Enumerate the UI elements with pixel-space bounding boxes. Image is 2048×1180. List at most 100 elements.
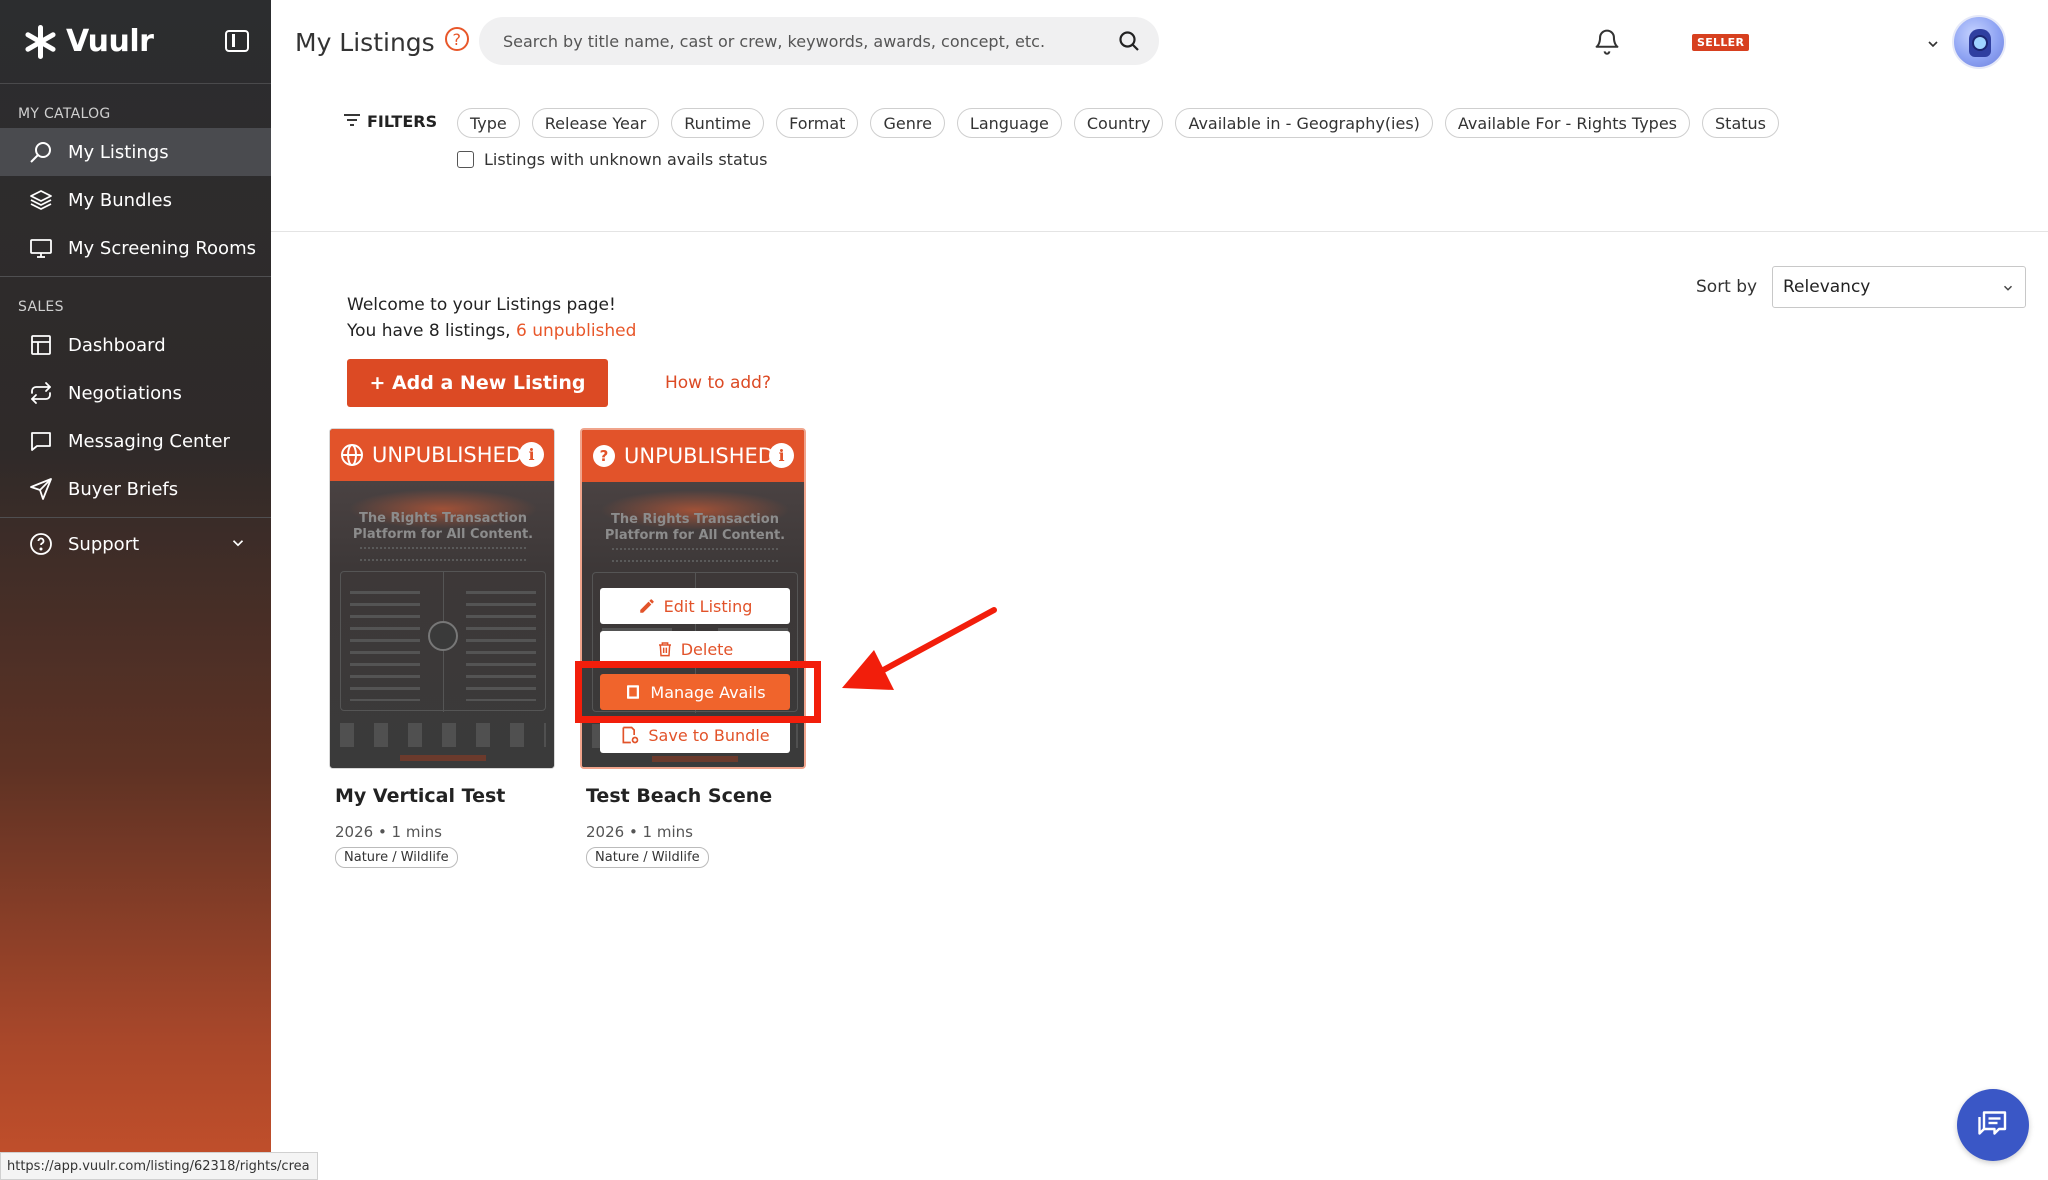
poster-title: The Rights Transaction Platform for All … xyxy=(604,512,786,543)
listing-meta: 2026 • 1 mins xyxy=(586,823,693,841)
status-banner: UNPUBLISHED i xyxy=(330,429,554,481)
page-title: My Listings xyxy=(295,27,435,57)
listing-title[interactable]: Test Beach Scene xyxy=(586,785,806,807)
sidebar-item-label: Messaging Center xyxy=(68,430,230,452)
brand: Vuulr xyxy=(0,0,271,84)
sidebar-item-label: Negotiations xyxy=(68,382,182,404)
monitor-icon xyxy=(28,235,54,261)
filter-chips: Type Release Year Runtime Format Genre L… xyxy=(457,108,1779,138)
poster-title: The Rights Transaction Platform for All … xyxy=(352,511,534,542)
chevron-down-icon[interactable] xyxy=(1925,36,1941,56)
filter-chip-genre[interactable]: Genre xyxy=(870,108,945,138)
genre-tag: Nature / Wildlife xyxy=(586,847,709,868)
listing-card-frame[interactable]: UNPUBLISHED i The Rights Transaction Pla… xyxy=(329,428,555,769)
listing-meta: 2026 • 1 mins xyxy=(335,823,442,841)
sort-label: Sort by xyxy=(1696,277,1758,297)
dashboard-icon xyxy=(28,332,54,358)
chevron-down-icon[interactable] xyxy=(229,534,247,557)
info-icon[interactable]: i xyxy=(769,443,794,468)
globe-icon xyxy=(341,444,363,466)
repeat-icon xyxy=(28,380,54,406)
sidebar-item-messaging-center[interactable]: Messaging Center xyxy=(0,417,271,465)
filter-chip-runtime[interactable]: Runtime xyxy=(671,108,765,138)
info-icon[interactable]: i xyxy=(519,442,544,467)
sidebar-item-negotiations[interactable]: Negotiations xyxy=(0,369,271,417)
avatar[interactable] xyxy=(1952,15,2006,69)
filter-chip-rights-types[interactable]: Available For - Rights Types xyxy=(1444,108,1691,138)
status-banner: ? UNPUBLISHED i xyxy=(582,430,804,482)
top-header: My Listings ? SELLER xyxy=(271,0,2048,84)
search-icon[interactable] xyxy=(1117,29,1141,57)
edit-listing-label: Edit Listing xyxy=(663,596,753,616)
welcome-line: Welcome to your Listings page! xyxy=(347,295,616,315)
filters-bar: FILTERS Type Release Year Runtime Format… xyxy=(271,84,2048,232)
sidebar-item-label: Dashboard xyxy=(68,334,166,356)
unknown-avails-label: Listings with unknown avails status xyxy=(484,150,768,169)
bell-icon[interactable] xyxy=(1593,26,1621,60)
listing-poster[interactable]: The Rights Transaction Platform for All … xyxy=(330,481,554,768)
chevron-down-icon xyxy=(2001,280,2015,300)
pencil-icon xyxy=(638,597,656,615)
filter-chip-type[interactable]: Type xyxy=(457,108,520,138)
filter-chip-status[interactable]: Status xyxy=(1702,108,1779,138)
sidebar-item-my-bundles[interactable]: My Bundles xyxy=(0,176,271,224)
sidebar-divider xyxy=(0,517,271,518)
genre-tag: Nature / Wildlife xyxy=(335,847,458,868)
filter-chip-language[interactable]: Language xyxy=(956,108,1062,138)
filter-chip-format[interactable]: Format xyxy=(776,108,859,138)
message-icon xyxy=(28,428,54,454)
trash-icon xyxy=(657,640,673,658)
sidebar: Vuulr MY CATALOG My Listings My Bundles … xyxy=(0,0,271,1180)
unpublished-count-link[interactable]: 6 unpublished xyxy=(516,321,636,341)
sidebar-item-buyer-briefs[interactable]: Buyer Briefs xyxy=(0,465,271,513)
filter-chip-release-year[interactable]: Release Year xyxy=(531,108,660,138)
chat-button[interactable] xyxy=(1957,1089,2029,1161)
sidebar-toggle-icon[interactable] xyxy=(225,30,249,52)
filters-toggle[interactable]: FILTERS xyxy=(343,112,437,131)
svg-text:?: ? xyxy=(600,447,609,465)
help-icon[interactable]: ? xyxy=(444,27,469,51)
search-icon xyxy=(28,139,54,165)
section-sales: SALES xyxy=(18,299,64,315)
welcome-message: Welcome to your Listings page! You have … xyxy=(347,292,636,344)
sidebar-item-dashboard[interactable]: Dashboard xyxy=(0,321,271,369)
question-circle-icon: ? xyxy=(593,445,615,467)
layers-icon xyxy=(28,187,54,213)
chat-icon xyxy=(1975,1105,2011,1145)
sidebar-item-label: My Listings xyxy=(68,141,169,163)
bundle-add-icon xyxy=(620,725,640,745)
sort-select[interactable]: Relevancy xyxy=(1772,266,2026,308)
annotation-highlight-box xyxy=(575,661,821,723)
listing-card[interactable]: UNPUBLISHED i The Rights Transaction Pla… xyxy=(329,428,555,868)
sidebar-item-my-listings[interactable]: My Listings xyxy=(0,128,271,176)
delete-label: Delete xyxy=(680,639,734,659)
help-circle-icon xyxy=(28,531,54,557)
filters-label: FILTERS xyxy=(367,112,438,131)
vuulr-logo-icon xyxy=(22,24,58,60)
listing-title[interactable]: My Vertical Test xyxy=(335,785,555,807)
save-to-bundle-label: Save to Bundle xyxy=(648,725,770,745)
sort-value: Relevancy xyxy=(1783,277,1871,297)
how-to-add-link[interactable]: How to add? xyxy=(665,373,771,393)
sidebar-item-support[interactable]: Support xyxy=(0,520,271,568)
vuulr-logo-icon xyxy=(428,621,458,651)
status-url: https://app.vuulr.com/listing/62318/righ… xyxy=(0,1152,318,1180)
filter-icon xyxy=(343,112,361,131)
filter-chip-country[interactable]: Country xyxy=(1073,108,1164,138)
search-input[interactable] xyxy=(503,31,1103,51)
seller-badge: SELLER xyxy=(1692,34,1750,51)
sidebar-item-label: My Screening Rooms xyxy=(68,237,256,259)
sidebar-item-my-screening-rooms[interactable]: My Screening Rooms xyxy=(0,224,271,272)
status-text: UNPUBLISHED xyxy=(372,443,522,467)
sidebar-item-label: Buyer Briefs xyxy=(68,478,179,500)
unknown-avails-checkbox[interactable] xyxy=(457,151,474,168)
search-bar[interactable] xyxy=(479,17,1159,65)
send-icon xyxy=(28,476,54,502)
listing-card[interactable]: ? UNPUBLISHED i The Rights Transaction P… xyxy=(580,428,806,868)
annotation-arrow-icon xyxy=(842,607,997,690)
edit-listing-button[interactable]: Edit Listing xyxy=(600,588,790,624)
unknown-avails-filter[interactable]: Listings with unknown avails status xyxy=(457,150,768,169)
sidebar-item-label: My Bundles xyxy=(68,189,172,211)
filter-chip-geography[interactable]: Available in - Geography(ies) xyxy=(1175,108,1433,138)
add-new-listing-button[interactable]: + Add a New Listing xyxy=(347,359,608,407)
